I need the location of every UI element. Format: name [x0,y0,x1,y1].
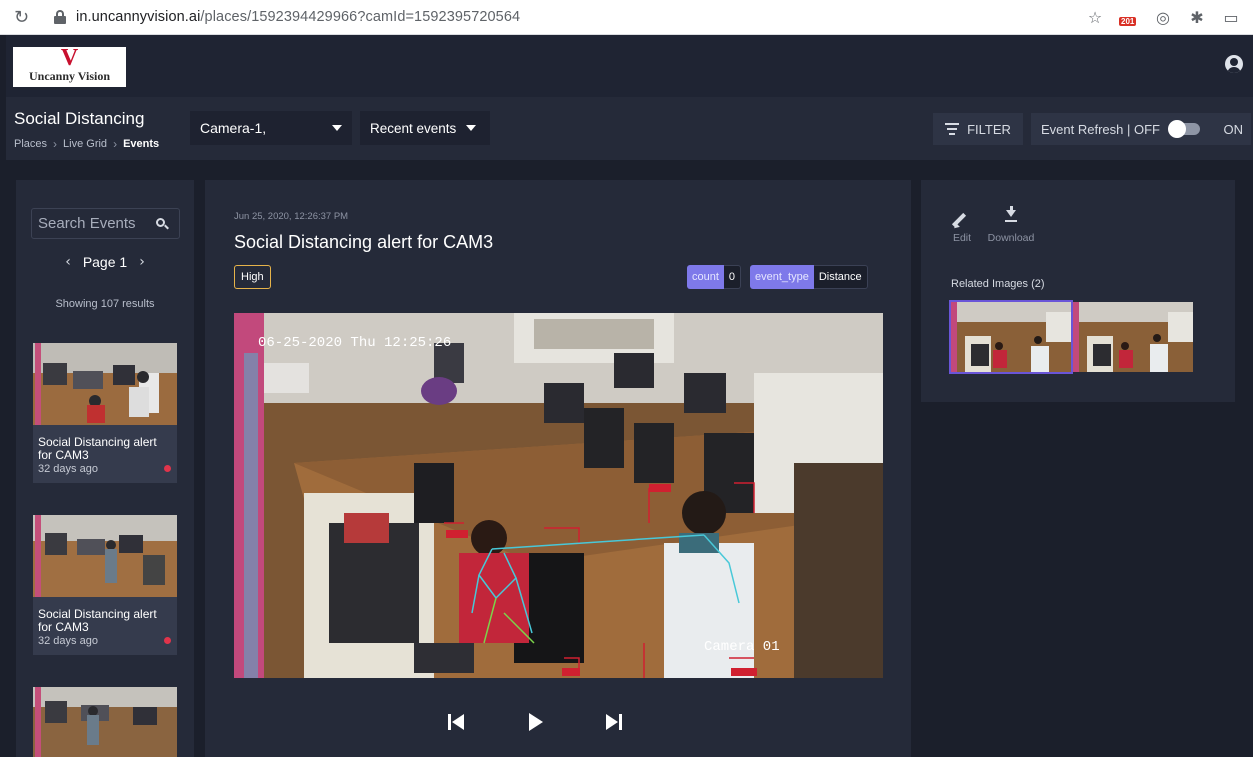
caret-down-icon [466,125,477,131]
event-actions-panel: Edit Download Related Images (2) [921,180,1235,402]
search-icon[interactable] [156,217,169,230]
event-detail-title: Social Distancing alert for CAM3 [234,232,494,252]
logo-text: Uncanny Vision [28,69,111,83]
chevron-left-icon[interactable]: ‹ [65,254,71,270]
playback-controls [445,710,625,734]
url-host: in.uncannyvision.ai [76,9,201,25]
caret-down-icon [332,125,342,131]
page-title: Social Distancing [14,109,145,128]
puzzle-extensions-icon[interactable]: ✱ [1187,8,1207,27]
breadcrumb-places[interactable]: Places [14,138,47,150]
event-refresh-label: Event Refresh | OFF [1041,121,1160,137]
next-icon[interactable] [601,710,625,734]
related-images-title: Related Images (2) [951,278,1045,290]
previous-icon[interactable] [445,710,469,734]
event-refresh-on-label: ON [1223,121,1244,137]
event-list-item[interactable]: Social Distancing alert for CAM3 32 days… [33,343,177,483]
download-label: Download [987,232,1035,244]
related-images-label: Related Images [951,278,1029,290]
tag-count: count 0 [687,265,742,289]
camera-select-value: Camera-1, [200,120,267,136]
event-refresh-toggle[interactable] [1167,120,1200,138]
tag-event-type: event_type Distance [750,265,868,289]
event-thumbnail [33,687,177,757]
breadcrumb: Places › Live Grid › Events [14,137,159,151]
severity-badge: High [234,265,271,289]
event-title: Social Distancing alert for CAM3 [38,607,157,634]
star-icon[interactable]: ☆ [1085,8,1105,27]
filter-label: FILTER [967,121,1011,137]
related-images-count: (2) [1031,278,1045,290]
play-icon[interactable] [523,710,547,734]
edit-label: Edit [952,232,972,244]
filter-icon [945,123,960,135]
event-detail-panel: Jun 25, 2020, 12:26:37 PM Social Distanc… [205,180,911,757]
chevron-right-icon[interactable]: › [139,254,145,270]
event-list-item[interactable] [33,687,177,757]
event-time: 32 days ago [38,635,98,647]
filter-button[interactable]: FILTER [933,113,1023,145]
circle-extension-icon[interactable]: ◎ [1153,8,1173,27]
image-camera-label-overlay: Camera 01 [704,639,780,655]
events-range-select[interactable]: Recent events [360,111,490,145]
url-path: /places/1592394429966?camId=159239572056… [200,9,521,25]
events-sidebar: ‹ Page 1 › Showing 107 results Social Di… [16,180,194,757]
event-thumbnail [33,515,177,597]
sub-header: Social Distancing Places › Live Grid › E… [6,97,1253,160]
logo-letter: V [60,45,79,71]
related-image-thumbnail[interactable] [949,300,1073,374]
camera-select[interactable]: Camera-1, [190,111,352,145]
extension-badge-count: 201 [1119,17,1137,26]
tag-key: count [687,265,724,289]
breadcrumb-live-grid[interactable]: Live Grid [63,138,107,150]
chevron-right-icon: › [113,137,118,151]
company-logo[interactable]: V Uncanny Vision [13,45,126,87]
related-image-thumbnail[interactable] [1073,302,1193,372]
browser-toolbar: ↻ in.uncannyvision.ai/places/15923944299… [0,0,1253,35]
pager: ‹ Page 1 › [16,254,194,270]
events-range-value: Recent events [370,120,457,136]
lock-icon[interactable] [54,10,66,24]
alert-status-dot [164,637,171,644]
event-thumbnail [33,343,177,425]
event-time: 32 days ago [38,463,98,475]
breadcrumb-events: Events [123,138,160,150]
cast-icon[interactable]: ▭ [1221,8,1241,27]
edit-button[interactable]: Edit [951,210,973,244]
extension-badge-icon[interactable]: 201 [1119,7,1139,27]
page-label: Page 1 [82,254,128,270]
event-list-item[interactable]: Social Distancing alert for CAM3 32 days… [33,515,177,655]
download-button[interactable]: Download [983,206,1039,244]
address-bar[interactable]: in.uncannyvision.ai/places/1592394429966… [76,9,520,25]
image-timestamp-overlay: 06-25-2020 Thu 12:25:26 [258,335,451,351]
alert-status-dot [164,465,171,472]
tag-value: Distance [813,265,868,289]
download-icon [983,206,1039,232]
reload-icon[interactable]: ↻ [14,7,36,28]
app-header: V Uncanny Vision [6,35,1253,97]
event-title: Social Distancing alert for CAM3 [38,435,157,462]
search-input[interactable] [38,215,156,232]
tag-key: event_type [750,265,814,289]
event-refresh-control: Event Refresh | OFF ON [1031,113,1251,145]
chevron-right-icon: › [53,137,58,151]
search-box [31,208,180,239]
pencil-icon [951,210,973,232]
event-date: Jun 25, 2020, 12:26:37 PM [234,211,349,222]
event-camera-image[interactable]: 06-25-2020 Thu 12:25:26 Camera 01 [234,313,883,678]
tag-value: 0 [723,265,742,289]
results-count: Showing 107 results [55,298,155,310]
user-circle-icon[interactable] [1225,55,1243,73]
